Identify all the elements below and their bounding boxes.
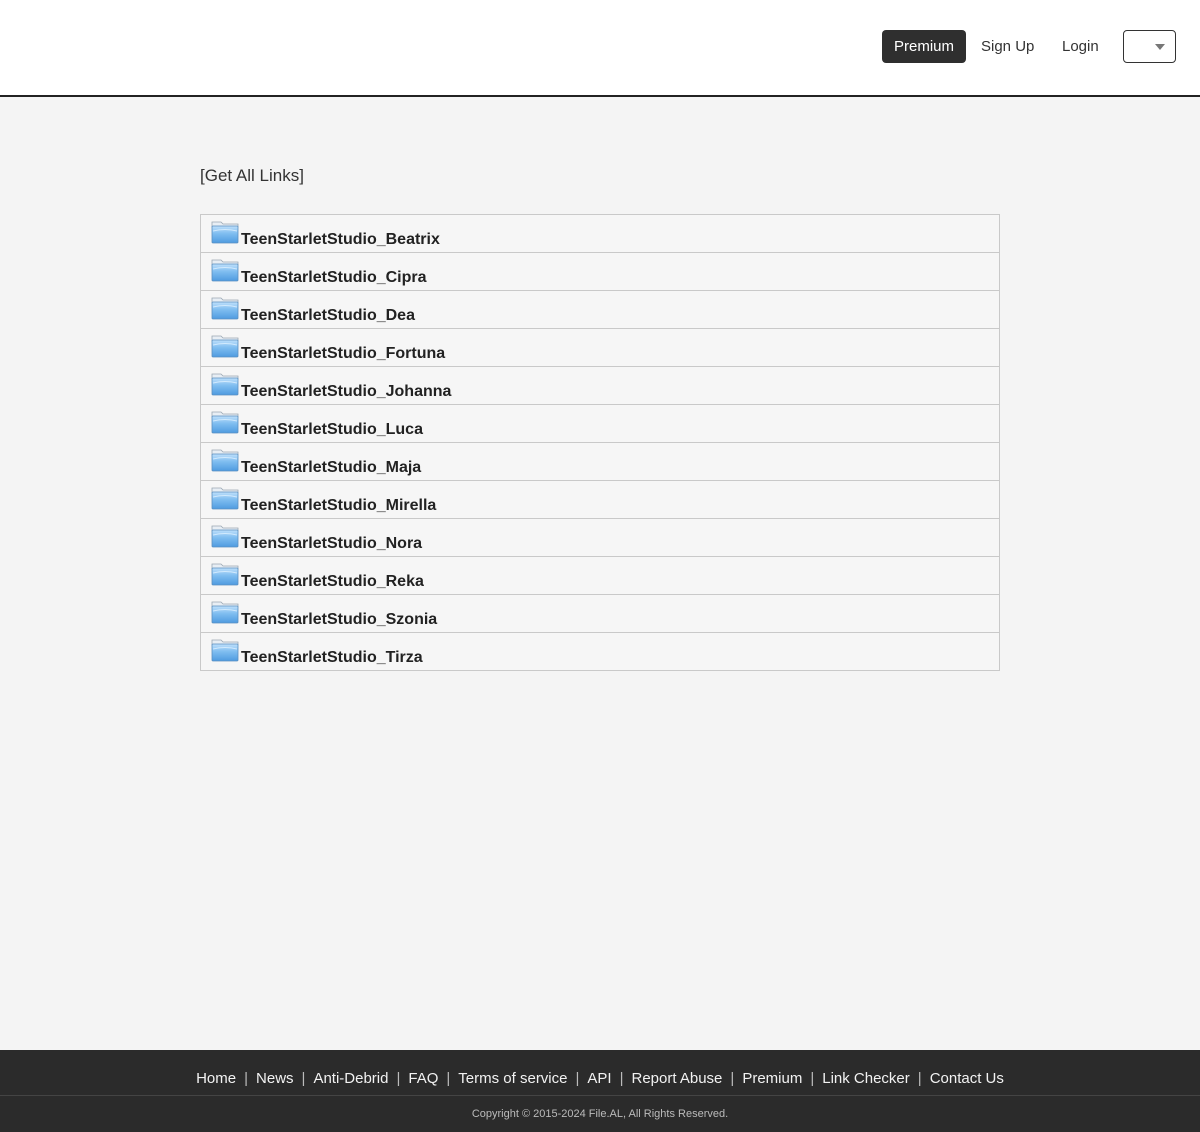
- footer-link[interactable]: Link Checker: [822, 1070, 910, 1087]
- folder-name-link[interactable]: TeenStarletStudio_Dea: [241, 307, 415, 325]
- folder-icon: [211, 371, 239, 396]
- folder-icon: [211, 409, 239, 434]
- footer-separator: |: [446, 1070, 451, 1087]
- footer-separator: |: [575, 1070, 580, 1087]
- folder-name-link[interactable]: TeenStarletStudio_Johanna: [241, 383, 451, 401]
- folder-row[interactable]: TeenStarletStudio_Szonia: [201, 595, 999, 633]
- folder-icon: [211, 485, 239, 510]
- footer-link[interactable]: News: [256, 1070, 294, 1087]
- folder-icon: [211, 333, 239, 358]
- footer-separator: |: [810, 1070, 815, 1087]
- footer-link[interactable]: FAQ: [408, 1070, 438, 1087]
- folder-row[interactable]: TeenStarletStudio_Luca: [201, 405, 999, 443]
- footer-separator: |: [244, 1070, 249, 1087]
- footer-link[interactable]: API: [587, 1070, 611, 1087]
- folder-row[interactable]: TeenStarletStudio_Mirella: [201, 481, 999, 519]
- folder-name-link[interactable]: TeenStarletStudio_Cipra: [241, 269, 427, 287]
- folder-icon: [211, 561, 239, 586]
- folder-row[interactable]: TeenStarletStudio_Cipra: [201, 253, 999, 291]
- folder-icon: [211, 637, 239, 662]
- footer-separator: |: [730, 1070, 735, 1087]
- footer-link[interactable]: Contact Us: [930, 1070, 1004, 1087]
- folder-row[interactable]: TeenStarletStudio_Fortuna: [201, 329, 999, 367]
- folder-name-link[interactable]: TeenStarletStudio_Beatrix: [241, 231, 440, 249]
- folder-name-link[interactable]: TeenStarletStudio_Tirza: [241, 649, 423, 667]
- caret-down-icon: [1155, 44, 1165, 50]
- signup-link[interactable]: Sign Up: [981, 30, 1034, 63]
- folder-icon: [211, 523, 239, 548]
- folder-icon: [211, 219, 239, 244]
- footer-link[interactable]: Terms of service: [458, 1070, 567, 1087]
- folder-row[interactable]: TeenStarletStudio_Tirza: [201, 633, 999, 670]
- folder-icon: [211, 257, 239, 282]
- folder-icon: [211, 295, 239, 320]
- language-select[interactable]: [1123, 30, 1176, 63]
- footer-separator: |: [619, 1070, 624, 1087]
- folder-name-link[interactable]: TeenStarletStudio_Luca: [241, 421, 423, 439]
- folder-row[interactable]: TeenStarletStudio_Dea: [201, 291, 999, 329]
- footer-divider: [0, 1095, 1200, 1096]
- folder-icon: [211, 599, 239, 624]
- folder-row[interactable]: TeenStarletStudio_Johanna: [201, 367, 999, 405]
- folder-icon: [211, 447, 239, 472]
- footer-link[interactable]: Home: [196, 1070, 236, 1087]
- footer-separator: |: [396, 1070, 401, 1087]
- premium-button[interactable]: Premium: [882, 30, 966, 63]
- folder-row[interactable]: TeenStarletStudio_Maja: [201, 443, 999, 481]
- footer-separator: |: [301, 1070, 306, 1087]
- footer-separator: |: [917, 1070, 922, 1087]
- folder-name-link[interactable]: TeenStarletStudio_Reka: [241, 573, 424, 591]
- get-all-links-link[interactable]: [Get All Links]: [200, 166, 304, 186]
- folder-name-link[interactable]: TeenStarletStudio_Mirella: [241, 497, 436, 515]
- folder-list: TeenStarletStudio_Beatrix TeenStarletStud…: [200, 214, 1000, 671]
- folder-row[interactable]: TeenStarletStudio_Reka: [201, 557, 999, 595]
- folder-row[interactable]: TeenStarletStudio_Beatrix: [201, 215, 999, 253]
- footer-link[interactable]: Anti-Debrid: [313, 1070, 388, 1087]
- footer-link[interactable]: Premium: [742, 1070, 802, 1087]
- site-header: Premium Sign Up Login: [0, 0, 1200, 97]
- site-footer: Home | News | Anti-Debrid | FAQ | Terms of servi…: [0, 1050, 1200, 1132]
- login-link[interactable]: Login: [1062, 30, 1099, 63]
- copyright-text: Copyright © 2015-2024 File.AL, All Right…: [471, 1108, 729, 1120]
- folder-name-link[interactable]: TeenStarletStudio_Szonia: [241, 611, 437, 629]
- folder-name-link[interactable]: TeenStarletStudio_Maja: [241, 459, 421, 477]
- footer-links: Home | News | Anti-Debrid | FAQ | Terms of servi…: [0, 1070, 1200, 1087]
- footer-link[interactable]: Report Abuse: [632, 1070, 723, 1087]
- folder-name-link[interactable]: TeenStarletStudio_Fortuna: [241, 345, 445, 363]
- folder-name-link[interactable]: TeenStarletStudio_Nora: [241, 535, 422, 553]
- folder-row[interactable]: TeenStarletStudio_Nora: [201, 519, 999, 557]
